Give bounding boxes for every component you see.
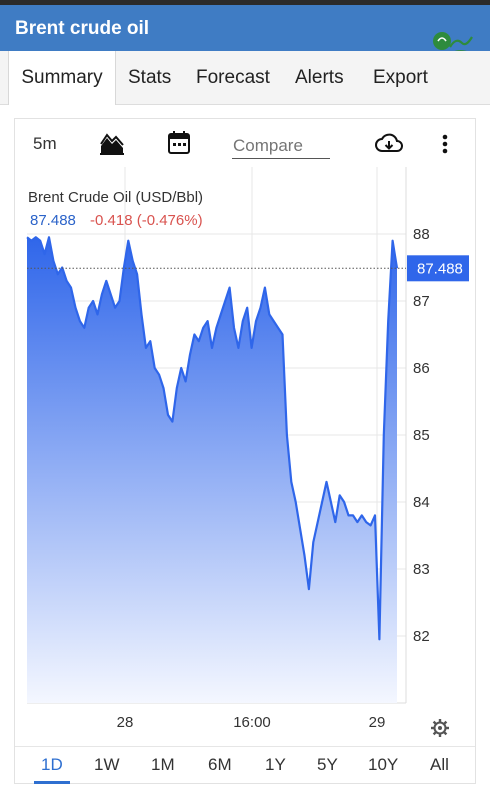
price-chart[interactable]: 88 87 86 85 84 83 82 28 16:00 29 87.488 Brent Cr… bbox=[15, 119, 475, 745]
tab-forecast[interactable]: Forecast bbox=[196, 51, 270, 105]
x-axis: 28 16:00 29 bbox=[117, 714, 386, 731]
x-tick-label: 16:00 bbox=[233, 714, 271, 731]
tab-alerts[interactable]: Alerts bbox=[295, 51, 344, 105]
instrument-name: Brent Crude Oil (USD/Bbl) bbox=[28, 189, 203, 206]
chart-panel: 5m Compare 88 87 86 85 84 83 82 28 16:00… bbox=[14, 118, 476, 784]
range-5y[interactable]: 5Y bbox=[317, 755, 338, 775]
range-1w[interactable]: 1W bbox=[94, 755, 120, 775]
tab-stats[interactable]: Stats bbox=[128, 51, 171, 105]
y-tick-label: 84 bbox=[413, 494, 430, 511]
range-1m[interactable]: 1M bbox=[151, 755, 175, 775]
range-all[interactable]: All bbox=[430, 755, 449, 775]
y-tick-label: 85 bbox=[413, 427, 430, 444]
active-range-indicator bbox=[34, 781, 70, 784]
tab-export[interactable]: Export bbox=[373, 51, 428, 105]
range-6m[interactable]: 6M bbox=[208, 755, 232, 775]
tab-summary[interactable]: Summary bbox=[8, 51, 116, 105]
app-bar: Brent crude oil bbox=[0, 5, 490, 54]
current-price: 87.488 bbox=[30, 212, 76, 229]
range-1d[interactable]: 1D bbox=[41, 755, 63, 775]
x-tick-label: 29 bbox=[369, 714, 386, 731]
y-tick-label: 83 bbox=[413, 561, 430, 578]
range-10y[interactable]: 10Y bbox=[368, 755, 398, 775]
last-price-label: 87.488 bbox=[417, 260, 463, 277]
range-1y[interactable]: 1Y bbox=[265, 755, 286, 775]
price-change: -0.418 (-0.476%) bbox=[90, 212, 203, 229]
y-axis: 88 87 86 85 84 83 82 bbox=[413, 226, 430, 645]
y-tick-label: 87 bbox=[413, 293, 430, 310]
y-tick-label: 82 bbox=[413, 628, 430, 645]
y-tick-label: 86 bbox=[413, 360, 430, 377]
app-title: Brent crude oil bbox=[15, 18, 150, 39]
time-range-bar: 1D 1W 1M 6M 1Y 5Y 10Y All bbox=[15, 746, 475, 784]
x-tick-label: 28 bbox=[117, 714, 134, 731]
tab-bar: Summary Stats Forecast Alerts Export bbox=[0, 51, 490, 105]
y-tick-label: 88 bbox=[413, 226, 430, 243]
price-area bbox=[27, 237, 397, 704]
gear-icon[interactable] bbox=[431, 719, 449, 737]
